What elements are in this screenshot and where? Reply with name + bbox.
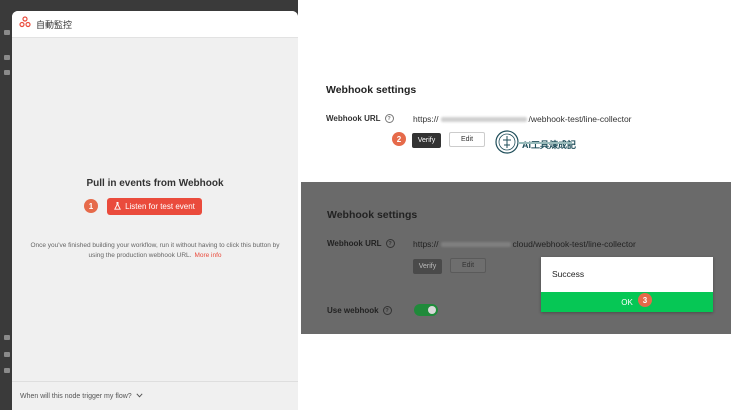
webhook-settings-title-dimmed: Webhook settings xyxy=(327,209,418,221)
node-panel: 自動監控 Pull in events from Webhook 1 Liste… xyxy=(12,11,298,410)
info-icon: ? xyxy=(382,306,392,315)
webhook-settings-title: Webhook settings xyxy=(326,84,417,96)
webhook-url-label: Webhook URL ? xyxy=(326,114,394,123)
webhook-url-value-dimmed: https:// cloud/webhook-test/line-collect… xyxy=(413,239,636,249)
redacted-url-part xyxy=(440,241,511,247)
help-text-body: Once you've finished building your workf… xyxy=(30,242,280,259)
url-suffix-dimmed: cloud/webhook-test/line-collector xyxy=(512,239,636,249)
chevron-down-icon xyxy=(136,392,143,400)
url-suffix: /webhook-test/line-collector xyxy=(528,114,632,124)
use-webhook-label-text: Use webhook xyxy=(327,306,379,315)
webhook-url-label-dimmed: Webhook URL ? xyxy=(327,239,395,248)
use-webhook-toggle[interactable] xyxy=(414,304,438,316)
node-panel-body: Pull in events from Webhook 1 Listen for… xyxy=(12,38,298,381)
flask-icon xyxy=(114,201,122,212)
listen-button-label: Listen for test event xyxy=(125,202,195,211)
trigger-info-footer[interactable]: When will this node trigger my flow? xyxy=(12,381,298,410)
info-icon: ? xyxy=(384,114,394,123)
success-dialog: Success OK xyxy=(541,257,713,312)
webhook-url-value: https:// /webhook-test/line-collector xyxy=(413,114,632,124)
webhook-url-label-text: Webhook URL xyxy=(326,114,381,123)
step-badge-3: 3 xyxy=(638,293,652,307)
step-badge-1: 1 xyxy=(84,199,98,213)
logo-subtitle-line xyxy=(518,142,572,144)
pull-events-title: Pull in events from Webhook xyxy=(86,178,224,189)
seal-icon xyxy=(495,130,519,159)
listen-for-test-event-button[interactable]: Listen for test event xyxy=(107,198,202,215)
url-prefix: https:// xyxy=(413,114,439,124)
step-badge-2: 2 xyxy=(392,132,406,146)
verify-button-dimmed[interactable]: Verify xyxy=(413,259,442,274)
help-text: Once you've finished building your workf… xyxy=(22,241,288,261)
watermark-logo: AI工具煉成記 xyxy=(495,130,576,159)
node-title: 自動監控 xyxy=(36,19,73,30)
info-icon: ? xyxy=(385,239,395,248)
toggle-knob xyxy=(428,306,436,314)
verify-button[interactable]: Verify xyxy=(412,133,441,148)
success-message: Success xyxy=(552,269,585,279)
more-info-link[interactable]: More info xyxy=(194,252,221,259)
url-prefix-dimmed: https:// xyxy=(413,239,439,249)
use-webhook-label: Use webhook ? xyxy=(327,306,392,315)
logo-text: AI工具煉成記 xyxy=(522,140,577,150)
redacted-url-part xyxy=(440,116,527,122)
edit-button-dimmed[interactable]: Edit xyxy=(450,258,486,273)
node-panel-header: 自動監控 xyxy=(12,11,298,38)
webhook-url-label-text-dimmed: Webhook URL xyxy=(327,239,382,248)
ok-button[interactable]: OK xyxy=(541,292,713,312)
n8n-logo-icon xyxy=(19,15,31,33)
edit-button[interactable]: Edit xyxy=(449,132,485,147)
trigger-question: When will this node trigger my flow? xyxy=(20,392,132,400)
